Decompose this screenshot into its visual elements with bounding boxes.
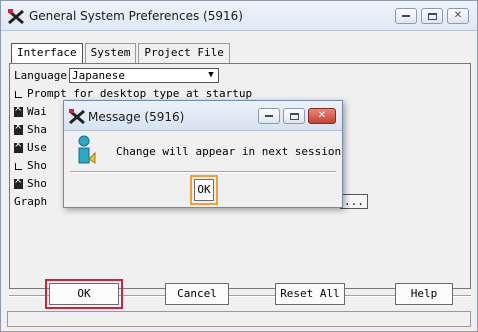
browse-button[interactable]: ... <box>340 194 368 209</box>
app-logo-icon <box>69 109 85 125</box>
checkbox[interactable] <box>14 89 23 99</box>
language-select[interactable]: Japanese ▼ <box>68 68 219 83</box>
dialog-title-bar[interactable]: Message (5916) ✕ <box>64 101 342 131</box>
tab-interface[interactable]: Interface <box>11 43 83 63</box>
minimize-button[interactable] <box>395 8 417 24</box>
option-row[interactable]: Wai <box>14 103 47 119</box>
dialog-maximize-button[interactable] <box>283 108 305 124</box>
status-bar <box>7 311 471 327</box>
tab-system[interactable]: System <box>84 43 137 63</box>
checkbox[interactable] <box>14 103 23 117</box>
language-label: Language <box>14 69 67 82</box>
minimize-icon <box>265 115 273 117</box>
graph-row: Graph <box>14 194 47 209</box>
dropdown-arrow-icon: ▼ <box>208 70 214 80</box>
dialog-minimize-button[interactable] <box>258 108 280 124</box>
language-value: Japanese <box>71 69 125 82</box>
option-row[interactable]: Prompt for desktop type at startup <box>14 86 252 101</box>
option-label: Sho <box>27 177 47 190</box>
option-label: Sha <box>27 123 47 136</box>
help-button[interactable]: Help <box>395 283 453 305</box>
checkbox[interactable] <box>14 175 23 189</box>
app-logo-icon <box>8 9 24 25</box>
ok-button[interactable]: OK <box>45 279 123 309</box>
maximize-icon <box>427 12 437 20</box>
language-row: Language Japanese ▼ <box>14 68 219 83</box>
close-button[interactable]: ✕ <box>447 8 469 24</box>
checkbox[interactable] <box>14 139 23 153</box>
graph-label: Graph <box>14 195 48 208</box>
close-icon: ✕ <box>317 110 327 121</box>
option-row[interactable]: Sho <box>14 175 47 191</box>
maximize-button[interactable] <box>421 8 443 24</box>
checkbox[interactable] <box>14 121 23 135</box>
option-row[interactable]: Use <box>14 139 47 155</box>
close-icon: ✕ <box>453 10 463 21</box>
checkbox[interactable] <box>14 161 23 171</box>
message-dialog: Message (5916) ✕ Change will appear in n… <box>63 100 343 208</box>
option-label: Prompt for desktop type at startup <box>27 87 253 100</box>
option-label: Use <box>27 141 47 154</box>
dialog-body: Change will appear in next session <box>70 135 341 167</box>
dialog-ok-button[interactable]: OK <box>190 175 218 205</box>
dialog-message: Change will appear in next session <box>116 145 342 158</box>
tab-project-file[interactable]: Project File <box>138 43 230 63</box>
maximize-icon <box>289 112 299 120</box>
title-bar[interactable]: General System Preferences (5916) ✕ <box>1 1 477 31</box>
reset-all-button[interactable]: Reset All <box>275 283 345 305</box>
option-row[interactable]: Sha <box>14 121 47 137</box>
option-label: Wai <box>27 105 47 118</box>
tab-bar: Interface System Project File <box>11 43 232 63</box>
dialog-title: Message (5916) <box>88 110 185 124</box>
info-icon <box>78 135 96 164</box>
minimize-icon <box>402 15 410 17</box>
dialog-close-button[interactable]: ✕ <box>308 108 336 124</box>
cancel-button[interactable]: Cancel <box>165 283 229 305</box>
window-title: General System Preferences (5916) <box>29 9 243 23</box>
option-row[interactable]: Sho <box>14 158 47 173</box>
dialog-separator <box>70 171 336 173</box>
option-label: Sho <box>27 159 47 172</box>
